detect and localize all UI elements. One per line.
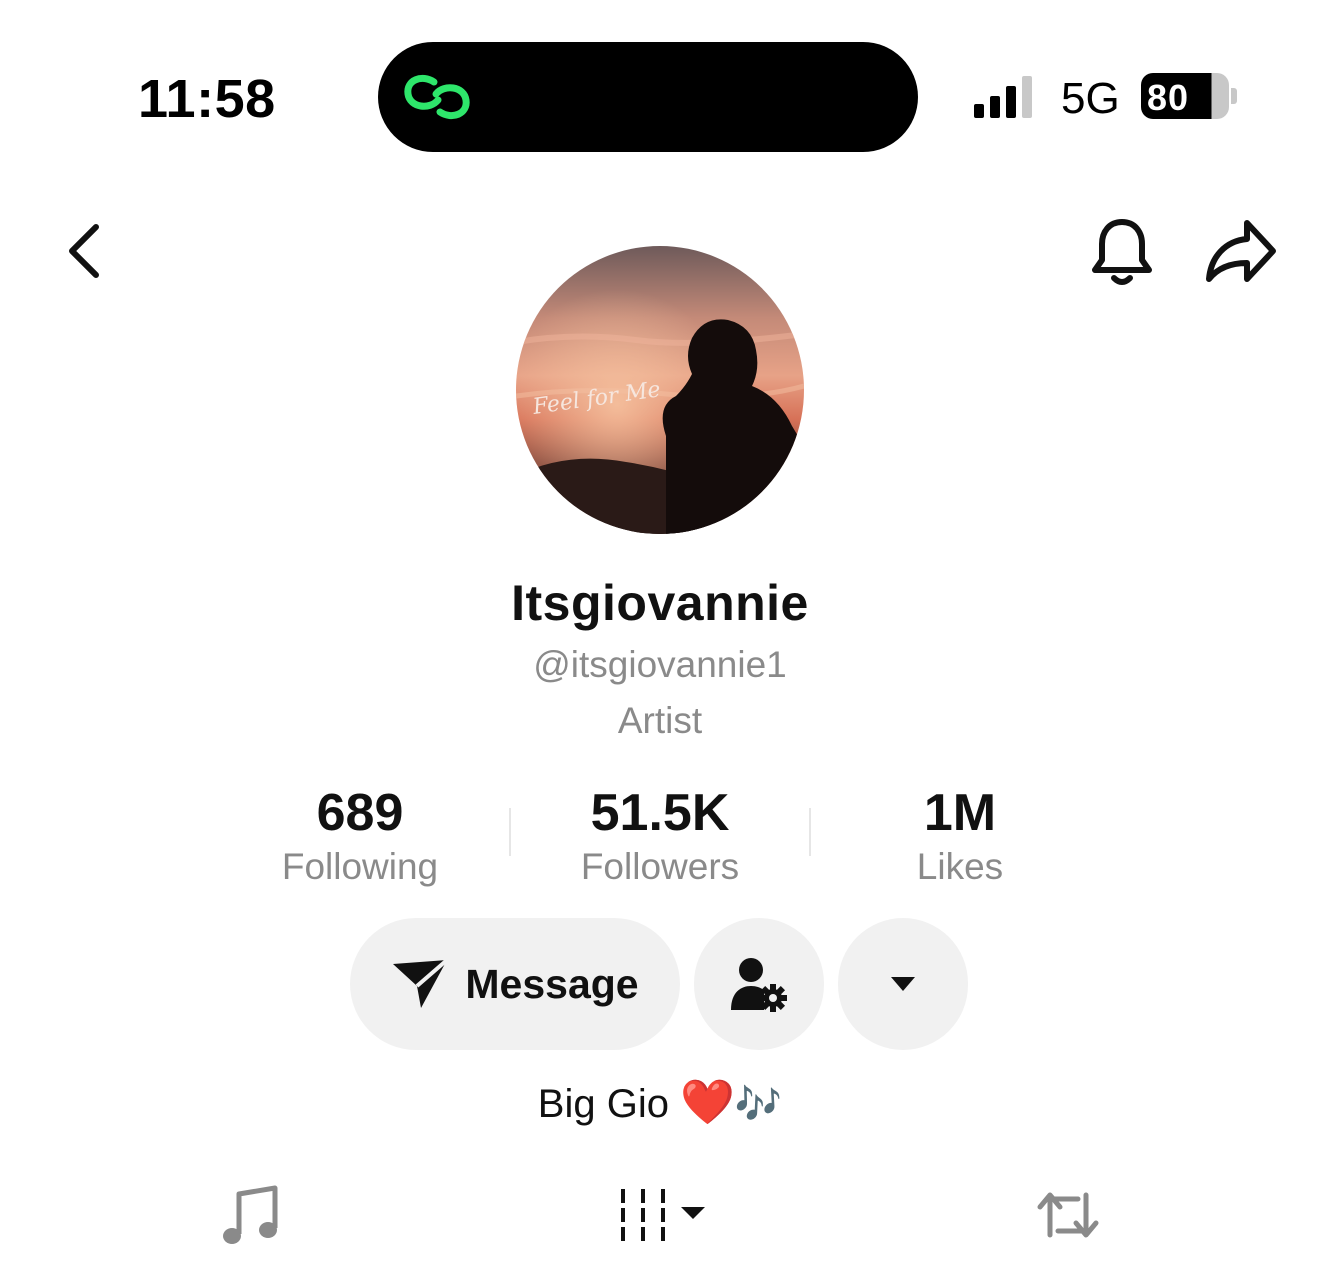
display-name: Itsgiovannie — [511, 575, 809, 631]
stat-label: Following — [281, 846, 439, 887]
chevron-left-icon — [69, 224, 99, 278]
music-notes-emoji: 🎶 — [734, 1082, 783, 1126]
network-type: 5G — [1061, 74, 1120, 123]
battery-indicator: 80 — [1141, 73, 1237, 119]
profile-category: Artist — [617, 700, 703, 741]
message-button-label: Message — [465, 960, 639, 1007]
stat-value: 1M — [923, 784, 997, 842]
stat-label: Followers — [580, 846, 740, 887]
follow-settings-button[interactable] — [694, 918, 824, 1050]
more-options-button[interactable] — [838, 918, 968, 1050]
stat-value: 689 — [316, 784, 404, 842]
music-note-icon — [223, 1185, 278, 1244]
avatar[interactable]: Feel for Me — [516, 246, 804, 534]
heart-emoji: ❤️ — [680, 1077, 735, 1128]
battery-level: 80 — [1147, 77, 1190, 118]
share-arrow-icon — [1206, 220, 1276, 282]
bell-icon — [1092, 219, 1152, 285]
paper-plane-icon — [393, 958, 449, 1008]
stat-likes[interactable]: 1M Likes — [810, 784, 1110, 890]
tab-reposts[interactable] — [1032, 1180, 1104, 1250]
stat-followers[interactable]: 51.5K Followers — [510, 784, 810, 890]
signal-bars-icon — [974, 76, 1032, 118]
stat-label: Likes — [916, 846, 1004, 887]
avatar-image: Feel for Me — [516, 246, 804, 534]
bio-text: Big Gio — [537, 1082, 669, 1126]
repost-icon — [1037, 1192, 1099, 1238]
tab-music[interactable] — [218, 1180, 282, 1250]
back-button[interactable] — [52, 216, 112, 286]
bio: Big Gio ❤️🎶 — [0, 1076, 1320, 1128]
status-time: 11:58 — [138, 69, 276, 129]
link-rings-icon — [404, 75, 470, 119]
user-gear-icon — [731, 958, 787, 1012]
dynamic-island[interactable] — [378, 42, 918, 152]
grid-sort-icon — [621, 1189, 705, 1241]
username-handle: @itsgiovannie1 — [533, 644, 787, 685]
notifications-button[interactable] — [1086, 214, 1158, 290]
stat-value: 51.5K — [590, 784, 730, 842]
caret-down-icon — [891, 977, 915, 991]
tab-grid-sort[interactable] — [612, 1180, 712, 1250]
stat-following[interactable]: 689 Following — [210, 784, 510, 890]
share-button[interactable] — [1200, 214, 1282, 288]
message-button[interactable]: Message — [350, 918, 680, 1050]
